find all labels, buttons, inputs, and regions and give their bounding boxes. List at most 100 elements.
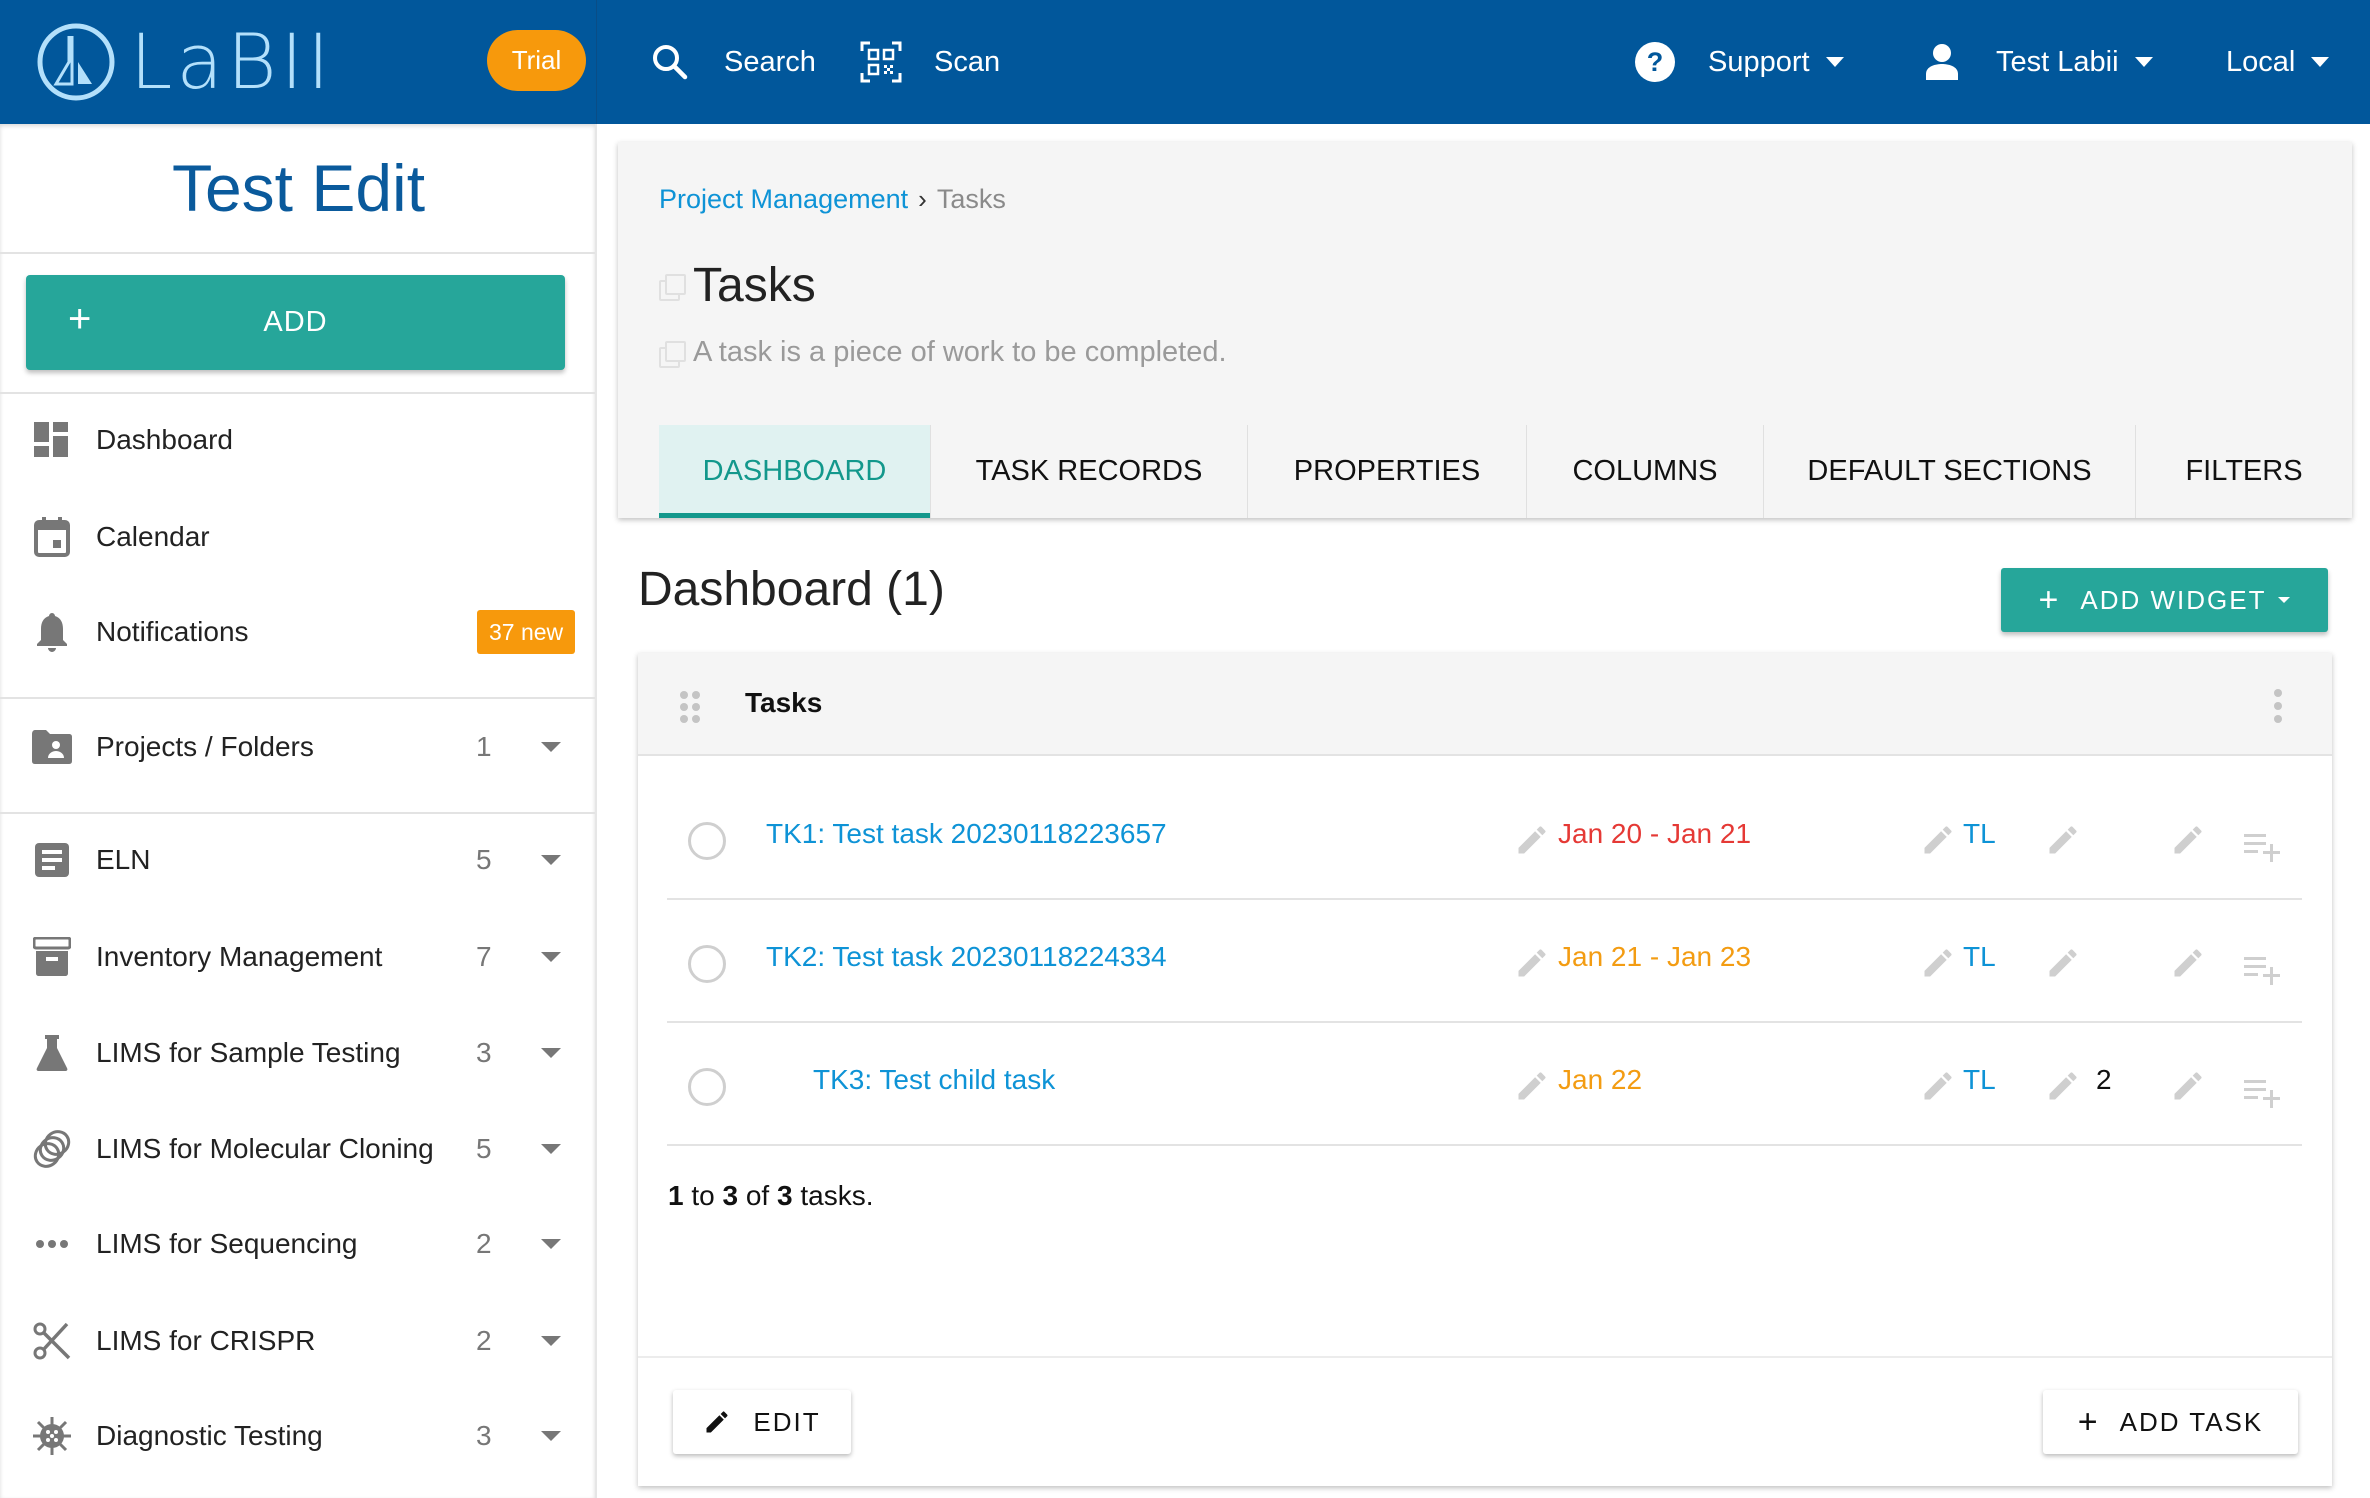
complete-task-radio[interactable]: [688, 1068, 726, 1106]
caret-down-icon[interactable]: [541, 1048, 561, 1058]
logo-zone: LaBII Trial: [0, 0, 597, 124]
sidebar-item-notifications[interactable]: Notifications 37 new: [0, 592, 595, 672]
add-task-button[interactable]: + ADD TASK: [2043, 1390, 2298, 1454]
task-date-range: Jan 21 - Jan 23: [1558, 941, 1752, 972]
support-menu[interactable]: ? Support: [1634, 0, 1844, 124]
edit-date-pencil-icon[interactable]: [1514, 822, 1550, 858]
caret-down-icon[interactable]: [541, 1431, 561, 1441]
table-header-card: Project Management › Tasks Tasks A task …: [618, 142, 2352, 518]
edit-subtasks-pencil-icon[interactable]: [2045, 945, 2081, 981]
caret-down-icon[interactable]: [541, 1336, 561, 1346]
svg-text:?: ?: [1647, 47, 1664, 77]
scan-button[interactable]: Scan: [860, 0, 1000, 124]
caret-down-icon[interactable]: [541, 952, 561, 962]
user-icon: [1926, 44, 1958, 80]
drag-handle-icon[interactable]: [680, 691, 704, 723]
edit-date-pencil-icon[interactable]: [1514, 1068, 1550, 1104]
sidebar-item-count: 3: [476, 1420, 492, 1451]
add-subtask-icon[interactable]: [2244, 1076, 2284, 1108]
task-date-range: Jan 20 - Jan 21: [1558, 818, 1752, 849]
complete-task-radio[interactable]: [688, 822, 726, 860]
location-label: Local: [2226, 45, 2296, 78]
caret-down-icon[interactable]: [541, 742, 561, 752]
calendar-icon: [32, 517, 72, 557]
edit-assignee-pencil-icon[interactable]: [1920, 945, 1956, 981]
trial-badge[interactable]: Trial: [487, 30, 586, 91]
edit-field-pencil-icon[interactable]: [2170, 1068, 2206, 1104]
edit-subtasks-pencil-icon[interactable]: [2045, 822, 2081, 858]
caret-down-icon[interactable]: [541, 855, 561, 865]
labii-logo[interactable]: LaBII: [36, 20, 334, 104]
sidebar-item-count: 7: [476, 941, 492, 972]
tab-dashboard[interactable]: DASHBOARD: [659, 425, 931, 518]
sidebar-item-dashboard[interactable]: Dashboard: [0, 400, 595, 480]
breadcrumb-link-project-management[interactable]: Project Management: [659, 184, 908, 215]
sidebar-item-diagnostic-testing[interactable]: Diagnostic Testing 3: [0, 1396, 595, 1476]
tab-properties[interactable]: PROPERTIES: [1248, 425, 1527, 518]
task-row: TK2: Test task 20230118224334 Jan 21 - Ja…: [667, 901, 2302, 1023]
dots-icon: [32, 1224, 72, 1264]
summary-to: 3: [722, 1180, 739, 1211]
sidebar-item-calendar[interactable]: Calendar: [0, 497, 595, 577]
add-subtask-icon[interactable]: [2244, 953, 2284, 985]
task-assignee[interactable]: TL: [1963, 818, 1996, 850]
sidebar-item-lims-molecular-cloning[interactable]: LIMS for Molecular Cloning 5: [0, 1109, 595, 1189]
edit-button-label: EDIT: [753, 1406, 821, 1437]
more-vert-icon[interactable]: [2268, 689, 2288, 725]
add-task-label: ADD TASK: [2119, 1406, 2264, 1437]
edit-field-pencil-icon[interactable]: [2170, 945, 2206, 981]
sidebar-item-label: Notifications: [96, 616, 249, 647]
task-assignee[interactable]: TL: [1963, 1064, 1996, 1096]
caret-down-icon[interactable]: [541, 1239, 561, 1249]
flask-logo-icon: [37, 23, 115, 101]
location-menu[interactable]: Local: [2226, 0, 2330, 124]
task-assignee[interactable]: TL: [1963, 941, 1996, 973]
add-button[interactable]: + ADD: [26, 275, 565, 370]
user-menu[interactable]: Test Labii: [1922, 0, 2153, 124]
sidebar-item-label: Projects / Folders: [96, 731, 314, 762]
tab-default-sections[interactable]: DEFAULT SECTIONS: [1764, 425, 2136, 518]
task-link[interactable]: TK1: Test task 20230118223657: [766, 818, 1167, 850]
summary-suffix: tasks.: [800, 1180, 874, 1211]
bell-icon: [32, 612, 72, 652]
sidebar-item-count: 5: [476, 844, 492, 875]
sidebar-item-label: Inventory Management: [96, 941, 383, 972]
sidebar-item-label: LIMS for Sample Testing: [96, 1037, 401, 1068]
add-widget-button[interactable]: + ADD WIDGET: [2001, 568, 2328, 632]
copy-icon[interactable]: [659, 340, 686, 368]
edit-assignee-pencil-icon[interactable]: [1920, 1068, 1956, 1104]
edit-field-pencil-icon[interactable]: [2170, 822, 2206, 858]
subtask-count: 2: [2096, 1064, 2112, 1095]
sidebar-item-eln[interactable]: ELN 5: [0, 820, 595, 900]
sidebar-item-inventory-management[interactable]: Inventory Management 7: [0, 917, 595, 997]
tab-filters[interactable]: FILTERS: [2136, 425, 2352, 518]
task-link[interactable]: TK3: Test child task: [813, 1064, 1055, 1096]
edit-date-pencil-icon[interactable]: [1514, 945, 1550, 981]
summary-from: 1: [668, 1180, 684, 1211]
sidebar: Test Edit + ADD Dashboard Calendar Notif…: [0, 124, 597, 1498]
tab-columns[interactable]: COLUMNS: [1527, 425, 1764, 518]
edit-assignee-pencil-icon[interactable]: [1920, 822, 1956, 858]
project-title: Test Edit: [171, 151, 426, 225]
logo-text: LaBII: [130, 17, 334, 106]
task-link[interactable]: TK2: Test task 20230118224334: [766, 941, 1167, 973]
virus-icon: [32, 1416, 72, 1456]
page-title-row: Tasks: [659, 258, 816, 313]
archive-icon: [32, 937, 72, 977]
sidebar-item-lims-sample-testing[interactable]: LIMS for Sample Testing 3: [0, 1013, 595, 1093]
copy-icon[interactable]: [659, 273, 686, 301]
caret-down-icon[interactable]: [541, 1144, 561, 1154]
tab-task-records[interactable]: TASK RECORDS: [931, 425, 1248, 518]
edit-subtasks-pencil-icon[interactable]: [2045, 1068, 2081, 1104]
complete-task-radio[interactable]: [688, 945, 726, 983]
sidebar-item-lims-crispr[interactable]: LIMS for CRISPR 2: [0, 1301, 595, 1381]
divider: [638, 1356, 2332, 1358]
sidebar-item-projects-folders[interactable]: Projects / Folders 1: [0, 707, 595, 787]
edit-button[interactable]: EDIT: [673, 1390, 851, 1454]
sidebar-item-lims-sequencing[interactable]: LIMS for Sequencing 2: [0, 1204, 595, 1284]
help-icon: ?: [1635, 42, 1675, 82]
plus-icon: +: [2038, 580, 2061, 619]
search-button[interactable]: Search: [630, 0, 816, 124]
search-icon: [653, 45, 688, 80]
add-subtask-icon[interactable]: [2244, 830, 2284, 862]
